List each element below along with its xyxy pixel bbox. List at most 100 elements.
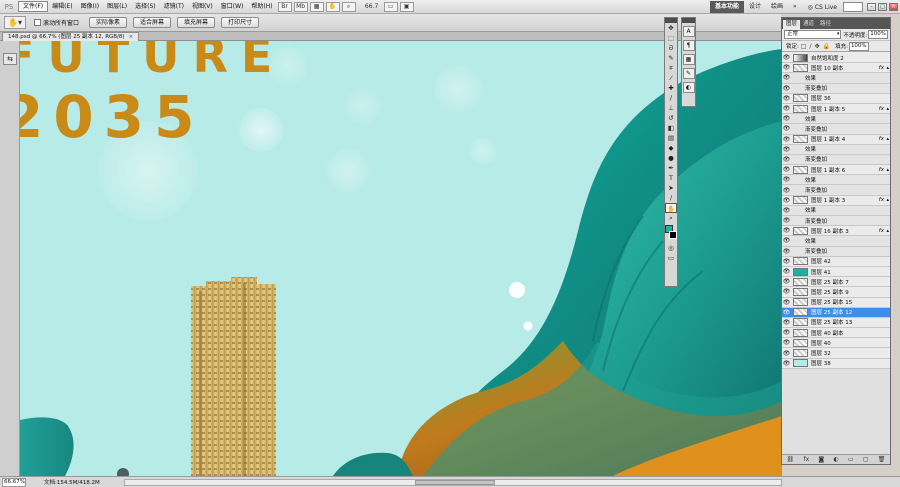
minimize-icon[interactable]: – (867, 3, 876, 11)
layer-row[interactable]: 👁 图层 25 副本 13 (782, 317, 890, 329)
print-size-button[interactable]: 打印尺寸 (221, 17, 260, 28)
lasso-tool-icon[interactable]: ᘐ (665, 43, 677, 53)
layer-row[interactable]: 👁 图层 16 副本 3 fx ▴ (782, 226, 890, 237)
horizontal-scroll-thumb[interactable] (415, 480, 495, 485)
eyedropper-tool-icon[interactable]: ⁄ (665, 73, 677, 83)
layer-effect-row[interactable]: 👁 效果 (782, 144, 890, 155)
visibility-eye-icon[interactable]: 👁 (782, 115, 791, 122)
visibility-eye-icon[interactable]: 👁 (782, 136, 791, 143)
delete-layer-icon[interactable]: 🗑 (878, 456, 886, 463)
workspace-basic[interactable]: 基本功能 (709, 1, 744, 13)
visibility-eye-icon[interactable]: 👁 (782, 258, 791, 265)
visibility-eye-icon[interactable]: 👁 (782, 360, 791, 367)
screen-mode-tool-icon[interactable]: ▭ (665, 253, 677, 263)
quick-select-tool-icon[interactable]: ✎ (665, 53, 677, 63)
grid-icon[interactable]: ▦ (309, 1, 324, 12)
menu-layer[interactable]: 图层(L) (103, 1, 131, 13)
status-zoom-field[interactable]: 66.67% (2, 477, 26, 487)
eraser-tool-icon[interactable]: ◧ (665, 123, 677, 133)
layer-fx-icon[interactable]: fx (879, 106, 884, 112)
type-tool-icon[interactable]: T (665, 173, 677, 183)
visibility-eye-icon[interactable]: 👁 (782, 54, 791, 61)
collapse-effects-icon[interactable]: ▴ (886, 65, 889, 71)
character-panel-icon[interactable]: A (682, 26, 695, 37)
tab-layers[interactable]: 图层 (783, 20, 801, 29)
bridge-icon[interactable]: Br (277, 1, 292, 12)
layer-row[interactable]: 👁 图层 42 (782, 256, 890, 267)
new-layer-icon[interactable]: ▢ (863, 456, 869, 463)
menu-select[interactable]: 选择(S) (131, 1, 160, 13)
layer-row[interactable]: 👁 图层 25 副本 12 (782, 307, 890, 318)
lock-transparency-icon[interactable]: □ (801, 43, 807, 50)
paragraph-panel-icon[interactable]: ¶ (682, 40, 695, 51)
layer-row[interactable]: 👁 图层 1 副本 4 fx ▴ (782, 134, 890, 145)
document-tab[interactable]: 148.psd @ 66.7% (图层 25 副本 12, RGB/8) × (2, 32, 140, 41)
layer-row[interactable]: 👁 图层 25 副本 15 (782, 297, 890, 308)
visibility-eye-icon[interactable]: 👁 (782, 288, 791, 295)
lock-position-icon[interactable]: ✥ (815, 43, 820, 50)
zoom-tool-icon[interactable]: ⌕ (341, 1, 356, 12)
visibility-eye-icon[interactable]: 👁 (782, 237, 791, 244)
hand-tool-icon[interactable]: ✋ (665, 203, 677, 213)
screen-mode-icon[interactable]: ▣ (399, 1, 414, 12)
scroll-all-checkbox[interactable] (34, 19, 41, 26)
healing-brush-icon[interactable]: ✚ (665, 83, 677, 93)
visibility-eye-icon[interactable]: 👁 (782, 176, 791, 183)
layer-row[interactable]: 👁 图层 25 副本 7 (782, 277, 890, 288)
adjustments-panel-icon[interactable]: ◐ (682, 82, 695, 93)
layer-effect-row[interactable]: 👁 效果 (782, 114, 890, 125)
layer-effect-row[interactable]: 👁 渐变叠加 (782, 154, 890, 166)
move-tool-icon[interactable]: ✥ (665, 23, 677, 33)
tab-close-icon[interactable]: × (129, 34, 134, 40)
collapse-effects-icon[interactable]: ▴ (886, 167, 889, 173)
visibility-eye-icon[interactable]: 👁 (782, 64, 791, 71)
cs-live-button[interactable]: ◎ CS Live (802, 4, 843, 11)
gradient-tool-icon[interactable]: ▤ (665, 133, 677, 143)
workspace-draw[interactable]: 绘画 (766, 1, 788, 13)
layer-effect-row[interactable]: 👁 效果 (782, 73, 890, 84)
layer-row[interactable]: 👁 图层 1 副本 3 fx ▴ (782, 195, 890, 206)
zoom-level[interactable]: 66.7 (361, 2, 383, 12)
path-select-icon[interactable]: ➤ (665, 183, 677, 193)
dodge-tool-icon[interactable]: ● (665, 153, 677, 163)
background-color-swatch[interactable] (669, 231, 677, 239)
pen-tool-icon[interactable]: ✒ (665, 163, 677, 173)
collapse-effects-icon[interactable]: ▴ (886, 106, 889, 112)
close-icon[interactable]: × (889, 3, 898, 11)
visibility-eye-icon[interactable]: 👁 (782, 197, 791, 204)
swatches-panel-icon[interactable]: ▦ (682, 54, 695, 65)
layer-row[interactable]: 👁 图层 40 副本 (782, 328, 890, 339)
lock-pixels-icon[interactable]: ∕ (810, 43, 812, 50)
layer-style-icon[interactable]: fx (803, 456, 809, 463)
layer-effect-row[interactable]: 👁 渐变叠加 (782, 124, 890, 135)
adjustment-layer-icon[interactable]: ◐ (833, 456, 838, 463)
layer-effect-row[interactable]: 👁 渐变叠加 (782, 83, 890, 94)
visibility-eye-icon[interactable]: 👁 (782, 227, 791, 234)
layer-effect-row[interactable]: 👁 效果 (782, 236, 890, 247)
collapsed-panels-header[interactable] (682, 18, 695, 23)
layer-fx-icon[interactable]: fx (879, 167, 884, 173)
layer-fx-icon[interactable]: fx (879, 197, 884, 203)
layer-row[interactable]: 👁 图层 40 (782, 338, 890, 349)
arrange-documents-icon[interactable]: ▭ (383, 1, 398, 12)
visibility-eye-icon[interactable]: 👁 (782, 299, 791, 306)
layer-row[interactable]: 👁 图层 38 (782, 358, 890, 369)
workspace-more[interactable]: » (788, 1, 802, 13)
layer-effect-row[interactable]: 👁 渐变叠加 (782, 185, 890, 196)
visibility-eye-icon[interactable]: 👁 (782, 166, 791, 173)
menu-help[interactable]: 帮助(H) (247, 1, 276, 13)
visibility-eye-icon[interactable]: 👁 (782, 248, 791, 255)
visibility-eye-icon[interactable]: 👁 (782, 350, 791, 357)
blend-mode-select[interactable]: 正常 (784, 30, 842, 39)
layer-mask-icon[interactable]: ◙ (818, 456, 824, 463)
marquee-tool-icon[interactable]: ⬚ (665, 33, 677, 43)
fill-field[interactable]: 100% (848, 41, 869, 51)
history-brush-icon[interactable]: ↺ (665, 113, 677, 123)
menu-window[interactable]: 窗口(W) (217, 1, 248, 13)
horizontal-scrollbar[interactable] (124, 479, 782, 486)
visibility-eye-icon[interactable]: 👁 (782, 95, 791, 102)
quick-mask-icon[interactable]: ◎ (665, 243, 677, 253)
brush-panel-icon[interactable]: ✎ (682, 68, 695, 79)
clone-stamp-icon[interactable]: ⊥ (665, 103, 677, 113)
workspace-design[interactable]: 设计 (744, 1, 766, 13)
